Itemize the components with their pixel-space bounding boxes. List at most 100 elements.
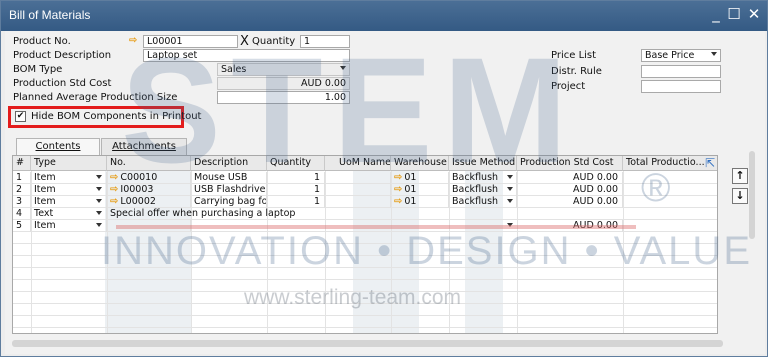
chevron-down-icon bbox=[340, 66, 346, 70]
bom-type-value: Sales bbox=[221, 64, 247, 75]
distr-rule-label: Distr. Rule bbox=[551, 66, 602, 77]
chevron-down-icon[interactable] bbox=[96, 223, 102, 227]
product-description-field[interactable]: Laptop set bbox=[143, 49, 350, 62]
tab-attachments[interactable]: Attachments bbox=[101, 138, 187, 155]
col-header-num[interactable]: # bbox=[13, 156, 31, 171]
chevron-down-icon[interactable] bbox=[96, 175, 102, 179]
row-no[interactable]: ⇨ L00002 bbox=[107, 196, 191, 208]
row-quantity[interactable]: 1 bbox=[267, 196, 325, 208]
distr-rule-field[interactable] bbox=[641, 65, 721, 78]
row-num: 2 bbox=[13, 184, 31, 196]
row-no[interactable]: ⇨ C00010 bbox=[107, 172, 191, 184]
col-header-description[interactable]: Description bbox=[191, 156, 267, 171]
product-description-label: Product Description bbox=[13, 50, 112, 61]
row-std-cost[interactable]: AUD 0.00 bbox=[517, 196, 623, 208]
row-no-value: I00003 bbox=[120, 184, 154, 195]
row-divider bbox=[13, 267, 717, 268]
row-warehouse[interactable]: ⇨ 01 bbox=[391, 172, 449, 184]
row-total[interactable] bbox=[623, 196, 717, 208]
col-header-total[interactable]: Total Productio... bbox=[623, 156, 717, 171]
row-num: 5 bbox=[13, 220, 31, 232]
row-divider bbox=[13, 315, 717, 316]
row-uom[interactable] bbox=[325, 184, 391, 196]
title-bar: Bill of Materials _ ☐ ✕ bbox=[1, 1, 767, 31]
row-uom[interactable] bbox=[325, 196, 391, 208]
chevron-down-icon[interactable] bbox=[96, 199, 102, 203]
window-title: Bill of Materials bbox=[9, 8, 91, 22]
row-divider bbox=[13, 279, 717, 280]
row-std-cost[interactable]: AUD 0.00 bbox=[517, 172, 623, 184]
row-no-value: L00002 bbox=[120, 196, 156, 207]
row-std-cost[interactable]: AUD 0.00 bbox=[517, 184, 623, 196]
close-icon[interactable]: ✕ bbox=[745, 4, 763, 24]
row-description[interactable]: Mouse USB bbox=[191, 172, 267, 184]
link-arrow-icon[interactable]: ⇨ bbox=[110, 196, 118, 208]
row-no[interactable]: ⇨ I00003 bbox=[107, 184, 191, 196]
row-num: 4 bbox=[13, 208, 31, 220]
horizontal-scrollbar[interactable] bbox=[12, 340, 723, 347]
col-header-std-cost[interactable]: Production Std Cost bbox=[517, 156, 623, 171]
expand-icon[interactable]: ⇱ bbox=[705, 156, 715, 170]
link-arrow-icon[interactable]: ⇨ bbox=[110, 172, 118, 184]
product-no-label: Product No. bbox=[13, 36, 71, 47]
planned-avg-field[interactable]: 1.00 bbox=[217, 91, 350, 104]
row-total[interactable] bbox=[623, 184, 717, 196]
row-warehouse-value: 01 bbox=[404, 184, 417, 195]
chevron-down-icon[interactable] bbox=[96, 187, 102, 191]
row-description[interactable]: USB Flashdrive 1: bbox=[191, 184, 267, 196]
watermark-underline bbox=[116, 225, 636, 229]
chevron-down-icon[interactable] bbox=[507, 199, 513, 203]
row-warehouse[interactable]: ⇨ 01 bbox=[391, 196, 449, 208]
vertical-scrollbar[interactable] bbox=[749, 151, 755, 239]
row-warehouse-value: 01 bbox=[404, 172, 417, 183]
production-std-cost-label: Production Std Cost bbox=[13, 78, 112, 89]
project-field[interactable] bbox=[641, 80, 721, 93]
link-arrow-icon[interactable]: ⇨ bbox=[394, 184, 402, 196]
col-header-issue-method[interactable]: Issue Method bbox=[449, 156, 517, 171]
quantity-value: 1 bbox=[304, 36, 311, 47]
chevron-down-icon[interactable] bbox=[507, 187, 513, 191]
chevron-down-icon[interactable] bbox=[96, 211, 102, 215]
chevron-down-icon[interactable] bbox=[507, 175, 513, 179]
production-std-cost-field: AUD 0.00 bbox=[217, 77, 350, 90]
quantity-field[interactable]: 1 bbox=[300, 35, 350, 48]
col-header-type[interactable]: Type bbox=[31, 156, 107, 171]
bom-type-select[interactable]: Sales bbox=[217, 63, 350, 76]
row-num: 3 bbox=[13, 196, 31, 208]
col-header-no[interactable]: No. bbox=[107, 156, 191, 171]
col-header-quantity[interactable]: Quantity bbox=[267, 156, 325, 171]
row-quantity[interactable]: 1 bbox=[267, 172, 325, 184]
move-down-button[interactable]: ↓ bbox=[732, 188, 748, 204]
product-description-value: Laptop set bbox=[147, 50, 198, 61]
link-arrow-icon[interactable]: ⇨ bbox=[110, 184, 118, 196]
col-header-warehouse[interactable]: Warehouse bbox=[391, 156, 449, 171]
row-description[interactable]: Carrying bag for bbox=[191, 196, 267, 208]
price-list-select[interactable]: Base Price bbox=[641, 49, 721, 62]
link-arrow-icon[interactable]: ⇨ bbox=[394, 172, 402, 184]
chevron-down-icon bbox=[711, 52, 717, 56]
product-no-value: L00001 bbox=[147, 36, 183, 47]
product-no-field[interactable]: L00001 bbox=[143, 35, 238, 48]
row-warehouse[interactable]: ⇨ 01 bbox=[391, 184, 449, 196]
planned-avg-value: 1.00 bbox=[324, 92, 346, 103]
row-uom[interactable] bbox=[325, 172, 391, 184]
row-total[interactable] bbox=[623, 172, 717, 184]
move-up-button[interactable]: ↑ bbox=[732, 168, 748, 184]
minimize-icon[interactable]: _ bbox=[707, 4, 725, 24]
project-label: Project bbox=[551, 81, 586, 92]
maximize-icon[interactable]: ☐ bbox=[725, 4, 743, 24]
row-quantity[interactable]: 1 bbox=[267, 184, 325, 196]
planned-avg-label: Planned Average Production Size bbox=[13, 92, 178, 103]
product-no-link-icon[interactable]: ⇨ bbox=[129, 35, 137, 46]
col-header-uom[interactable]: UoM Name bbox=[325, 156, 391, 171]
price-list-label: Price List bbox=[551, 50, 597, 61]
tab-contents[interactable]: Contents bbox=[16, 138, 100, 155]
row-warehouse-value: 01 bbox=[404, 196, 417, 207]
row-divider bbox=[13, 291, 717, 292]
production-std-cost-value: AUD 0.00 bbox=[301, 78, 346, 89]
link-arrow-icon[interactable]: ⇨ bbox=[394, 196, 402, 208]
row-text-line[interactable]: Special offer when purchasing a laptop bbox=[107, 208, 407, 220]
bom-window: Bill of Materials _ ☐ ✕ Product No. ⇨ L0… bbox=[0, 0, 768, 357]
bom-type-label: BOM Type bbox=[13, 64, 63, 75]
hide-bom-checkbox[interactable]: ✔ bbox=[15, 111, 26, 122]
